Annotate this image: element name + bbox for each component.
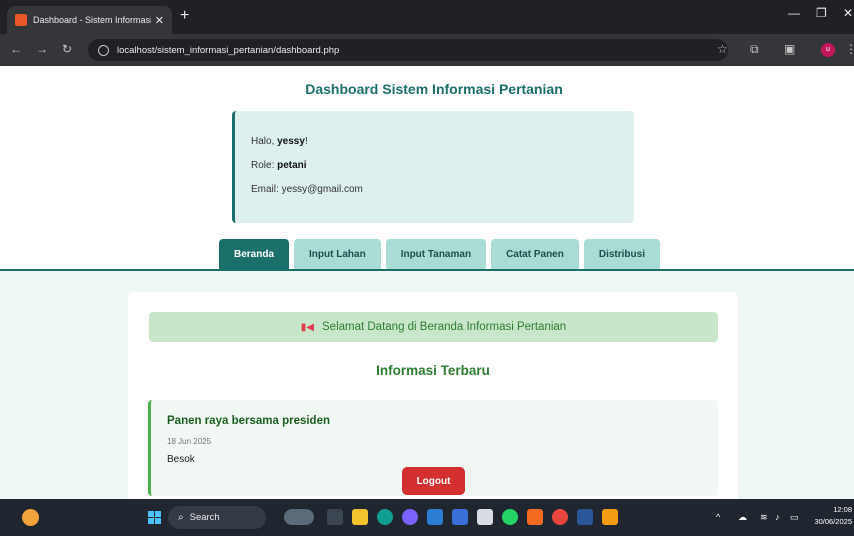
chrome-icon[interactable] xyxy=(552,509,568,525)
news-title: Panen raya bersama presiden xyxy=(167,415,330,427)
amazon-icon[interactable] xyxy=(477,509,493,525)
tab-distribusi[interactable]: Distribusi xyxy=(583,239,660,269)
cloud-icon[interactable]: ☁ xyxy=(738,512,747,523)
browser-toolbar: ← → ↻ localhost/sistem_informasi_pertani… xyxy=(0,34,854,66)
reload-icon[interactable]: ↻ xyxy=(62,42,72,56)
search-icon: ⌕ xyxy=(178,512,184,523)
news-body: Besok xyxy=(167,454,195,465)
word-icon[interactable] xyxy=(577,509,593,525)
browser-titlebar: Dashboard - Sistem Informasi P ✕ + — ❐ ✕ xyxy=(0,0,854,34)
role-value: petani xyxy=(277,160,307,171)
megaphone-icon: ▮◀ xyxy=(300,321,314,333)
email-line: Email: yessy@gmail.com xyxy=(251,184,363,195)
restore-icon[interactable]: ❐ xyxy=(816,6,827,20)
taskbar-search[interactable]: ⌕ Search xyxy=(168,506,266,529)
profile-avatar[interactable]: u xyxy=(821,43,835,57)
email-value: yessy@gmail.com xyxy=(281,184,363,195)
favicon-icon xyxy=(15,14,27,26)
welcome-banner: ▮◀ Selamat Datang di Beranda Informasi P… xyxy=(149,312,718,342)
welcome-text: Selamat Datang di Beranda Informasi Pert… xyxy=(322,321,567,333)
section-title: Informasi Terbaru xyxy=(376,363,490,378)
extensions-icon[interactable]: ⧉ xyxy=(750,42,759,57)
clock-time: 12:08 xyxy=(833,505,852,514)
search-placeholder: Search xyxy=(189,512,220,523)
tab-beranda[interactable]: Beranda xyxy=(219,239,290,269)
xampp-icon[interactable] xyxy=(527,509,543,525)
tab-title: Dashboard - Sistem Informasi P xyxy=(33,15,151,25)
nav-tabs: Beranda Input Lahan Input Tanaman Catat … xyxy=(219,239,665,269)
tab-input-tanaman[interactable]: Input Tanaman xyxy=(385,239,487,269)
logout-button[interactable]: Logout xyxy=(402,467,465,495)
battery-icon[interactable]: ▭ xyxy=(790,512,799,523)
address-bar[interactable]: localhost/sistem_informasi_pertanian/das… xyxy=(88,39,728,61)
minimize-icon[interactable]: — xyxy=(788,6,800,20)
wifi-icon[interactable]: ≋ xyxy=(760,512,768,523)
greeting: Halo, yessy! xyxy=(251,136,308,147)
whatsapp-icon[interactable] xyxy=(502,509,518,525)
menu-icon[interactable]: ⋮ xyxy=(845,42,854,56)
close-tab-icon[interactable]: ✕ xyxy=(155,14,164,27)
taskbar: ⌕ Search ^ ☁ ≋ ♪ ▭ 12:08 30/06/2025 xyxy=(0,499,854,536)
tab-input-lahan[interactable]: Input Lahan xyxy=(294,239,381,269)
news-date: 18 Jun 2025 xyxy=(167,437,212,446)
clock[interactable]: 12:08 30/06/2025 xyxy=(808,504,852,528)
vscode-icon[interactable] xyxy=(452,509,468,525)
browser-tab[interactable]: Dashboard - Sistem Informasi P ✕ xyxy=(7,6,172,34)
back-icon[interactable]: ← xyxy=(10,42,22,56)
url-text: localhost/sistem_informasi_pertanian/das… xyxy=(117,44,340,56)
task-view-icon[interactable] xyxy=(327,509,343,525)
new-tab-button[interactable]: + xyxy=(180,7,189,25)
file-explorer-icon[interactable] xyxy=(352,509,368,525)
clock-date: 30/06/2025 xyxy=(814,517,852,526)
site-info-icon[interactable] xyxy=(98,44,109,56)
tray-chevron-icon[interactable]: ^ xyxy=(716,512,720,522)
edge-icon[interactable] xyxy=(377,509,393,525)
weather-icon[interactable] xyxy=(22,509,39,526)
page-title: Dashboard Sistem Informasi Pertanian xyxy=(305,81,563,97)
forward-icon[interactable]: → xyxy=(36,42,48,56)
sublime-icon[interactable] xyxy=(602,509,618,525)
volume-icon[interactable]: ♪ xyxy=(775,512,780,522)
role-line: Role: petani xyxy=(251,160,307,171)
page-content: Dashboard Sistem Informasi Pertanian Hal… xyxy=(0,66,854,499)
bookmark-star-icon[interactable]: ☆ xyxy=(717,42,728,56)
username: yessy xyxy=(277,136,305,147)
user-info-card: Halo, yessy! Role: petani Email: yessy@g… xyxy=(232,111,634,223)
start-icon[interactable] xyxy=(148,511,161,524)
tab-catat-panen[interactable]: Catat Panen xyxy=(491,239,579,269)
store-icon[interactable] xyxy=(427,509,443,525)
reading-mode-icon[interactable]: ▣ xyxy=(784,42,795,56)
close-window-icon[interactable]: ✕ xyxy=(843,6,853,20)
widgets-icon[interactable] xyxy=(284,509,314,525)
copilot-icon[interactable] xyxy=(402,509,418,525)
